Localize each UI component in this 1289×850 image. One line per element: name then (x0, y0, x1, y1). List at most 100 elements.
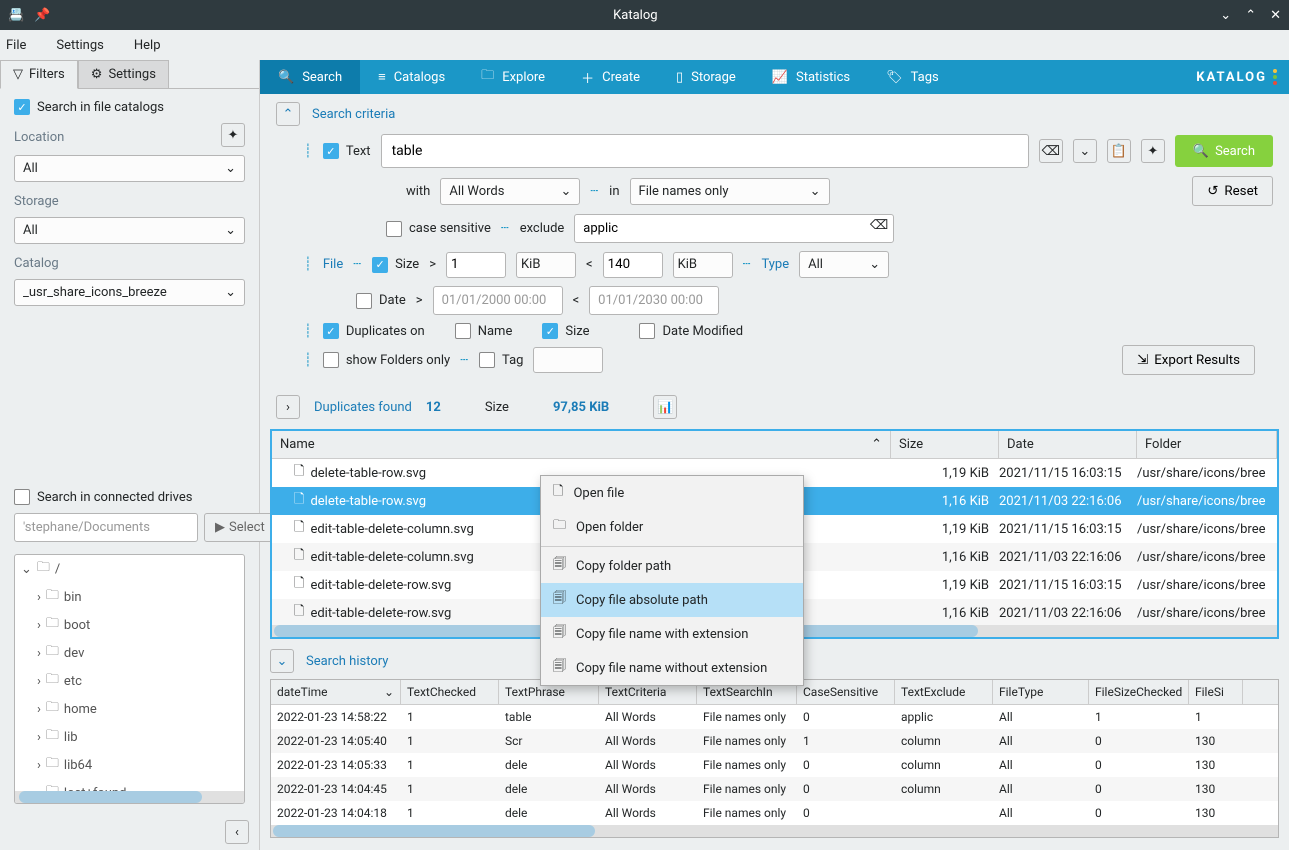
ctx-open-folder[interactable]: 🗀Open folder (541, 510, 803, 544)
export-results-button[interactable]: ⇲Export Results (1122, 345, 1255, 375)
chevron-right-icon: › (37, 674, 41, 689)
file-icon: 🗋 (294, 518, 304, 540)
main-navbar: 🔍Search ≡Catalogs 🗀Explore ＋Create ▯Stor… (260, 60, 1289, 94)
search-in-catalogs-checkbox[interactable]: Search in file catalogs (14, 99, 245, 115)
location-select[interactable]: All⌄ (14, 155, 245, 182)
maximize-icon[interactable]: ⌃ (1245, 8, 1256, 23)
history-row[interactable]: 2022-01-23 14:04:451deleAll WordsFile na… (271, 777, 1278, 801)
size-min-input[interactable] (446, 252, 506, 278)
search-text-input[interactable] (381, 134, 1029, 168)
history-row[interactable]: 2022-01-23 14:05:331deleAll WordsFile na… (271, 753, 1278, 777)
in-select[interactable]: File names only⌄ (630, 178, 830, 205)
clear-exclude-icon[interactable]: ⌫ (870, 218, 888, 233)
folder-icon: 🗀 (46, 642, 59, 664)
nav-tags[interactable]: 🏷Tags (868, 60, 957, 94)
menu-file[interactable]: File (6, 38, 26, 53)
file-icon: 🗋 (553, 482, 563, 504)
type-select[interactable]: All⌄ (799, 251, 889, 278)
file-icon: 🗋 (294, 490, 304, 512)
size-max-input[interactable] (603, 252, 663, 278)
clear-text-icon[interactable]: ⌫ (1039, 139, 1063, 163)
tree-item[interactable]: ›🗀boot (15, 611, 244, 639)
catalog-select[interactable]: _usr_share_icons_breeze⌄ (14, 279, 245, 306)
tree-item[interactable]: ›🗀home (15, 695, 244, 723)
history-column[interactable]: FileSi (1189, 680, 1243, 704)
dup-name-checkbox[interactable]: Name (455, 323, 513, 339)
nav-create[interactable]: ＋Create (563, 60, 658, 94)
with-select[interactable]: All Words⌄ (440, 178, 580, 205)
chevron-down-icon: ⌄ (225, 161, 236, 176)
history-row[interactable]: 2022-01-23 14:05:401ScrAll WordsFile nam… (271, 729, 1278, 753)
menu-help[interactable]: Help (134, 38, 161, 53)
clear-location-icon[interactable]: ✦ (221, 123, 245, 147)
dup-size-checkbox[interactable]: Size (542, 323, 589, 339)
dup-date-checkbox[interactable]: Date Modified (639, 323, 743, 339)
chevron-right-icon: › (37, 590, 41, 605)
nav-search[interactable]: 🔍Search (260, 60, 360, 94)
column-name[interactable]: Name⌃ (272, 431, 891, 458)
clear-icon[interactable]: ✦ (1141, 139, 1165, 163)
chevron-right-icon: › (37, 618, 41, 633)
directory-tree[interactable]: ⌄🗀/ ›🗀bin›🗀boot›🗀dev›🗀etc›🗀home›🗀lib›🗀li… (14, 554, 245, 804)
history-column[interactable]: CaseSensitive (797, 680, 895, 704)
tag-checkbox[interactable]: Tag (479, 352, 523, 368)
app-icon: 📇 (8, 8, 24, 23)
reset-button[interactable]: ↺Reset (1192, 176, 1273, 206)
nav-catalogs[interactable]: ≡Catalogs (360, 60, 463, 94)
connected-drives-checkbox[interactable]: Search in connected drives (14, 489, 245, 505)
plus-icon: ＋ (581, 68, 594, 87)
size-checkbox[interactable]: Size (372, 257, 419, 273)
column-folder[interactable]: Folder (1137, 431, 1277, 458)
history-row[interactable]: 2022-01-23 14:58:221tableAll WordsFile n… (271, 705, 1278, 729)
tree-item[interactable]: ›🗀lib64 (15, 751, 244, 779)
tag-select[interactable] (533, 347, 603, 373)
pin-icon[interactable]: 📌 (34, 8, 50, 23)
folders-only-checkbox[interactable]: show Folders only (323, 352, 450, 368)
column-date[interactable]: Date (999, 431, 1137, 458)
text-checkbox[interactable]: Text (323, 143, 371, 159)
expand-results-icon[interactable]: › (276, 395, 300, 419)
menu-settings[interactable]: Settings (56, 38, 103, 53)
tree-item[interactable]: ›🗀lib (15, 723, 244, 751)
size-min-unit-select[interactable]: KiB (516, 252, 576, 278)
tree-item[interactable]: ›🗀etc (15, 667, 244, 695)
date-checkbox[interactable]: Date (356, 293, 406, 309)
nav-explore[interactable]: 🗀Explore (463, 60, 563, 94)
chart-icon[interactable]: 📊 (653, 395, 677, 419)
nav-statistics[interactable]: 📈Statistics (754, 60, 868, 94)
case-sensitive-checkbox[interactable]: case sensitive (386, 221, 491, 237)
export-icon: ⇲ (1137, 353, 1148, 368)
ctx-copy-name-ext[interactable]: 🗐Copy file name with extension (541, 617, 803, 651)
criteria-header-label: Search criteria (312, 107, 395, 122)
left-panel: ▽Filters ⚙Settings Search in file catalo… (0, 60, 260, 850)
ctx-copy-folder-path[interactable]: 🗐Copy folder path (541, 549, 803, 583)
storage-select[interactable]: All⌄ (14, 217, 245, 244)
paste-icon[interactable]: 📋 (1107, 139, 1131, 163)
history-column[interactable]: dateTime ⌄ (271, 680, 401, 704)
ctx-copy-absolute-path[interactable]: 🗐Copy file absolute path (541, 583, 803, 617)
tree-item[interactable]: ›🗀dev (15, 639, 244, 667)
history-row[interactable]: 2022-01-23 14:04:181deleAll WordsFile na… (271, 801, 1278, 825)
size-max-unit-select[interactable]: KiB (673, 252, 733, 278)
minimize-icon[interactable]: ⌄ (1220, 8, 1231, 23)
collapse-history-icon[interactable]: ⌄ (270, 649, 294, 673)
tree-item[interactable]: ›🗀bin (15, 583, 244, 611)
ctx-open-file[interactable]: 🗋Open file (541, 476, 803, 510)
nav-storage[interactable]: ▯Storage (658, 60, 754, 94)
history-column[interactable]: FileSizeChecked (1089, 680, 1189, 704)
history-column[interactable]: TextExclude (895, 680, 993, 704)
history-column[interactable]: TextChecked (401, 680, 499, 704)
dropdown-history-icon[interactable]: ⌄ (1073, 139, 1097, 163)
tab-settings[interactable]: ⚙Settings (78, 60, 169, 88)
column-size[interactable]: Size (891, 431, 999, 458)
tab-filters[interactable]: ▽Filters (0, 60, 78, 89)
collapse-left-icon[interactable]: ‹ (225, 820, 249, 844)
collapse-criteria-icon[interactable]: ⌃ (276, 102, 300, 126)
ctx-copy-name-noext[interactable]: 🗐Copy file name without extension (541, 651, 803, 685)
search-button[interactable]: 🔍Search (1175, 135, 1273, 167)
exclude-input[interactable] (574, 214, 894, 243)
close-icon[interactable]: ✕ (1270, 8, 1281, 23)
duplicates-checkbox[interactable]: Duplicates on (323, 323, 425, 339)
window-title: Katalog (50, 8, 1220, 23)
history-column[interactable]: FileType (993, 680, 1089, 704)
